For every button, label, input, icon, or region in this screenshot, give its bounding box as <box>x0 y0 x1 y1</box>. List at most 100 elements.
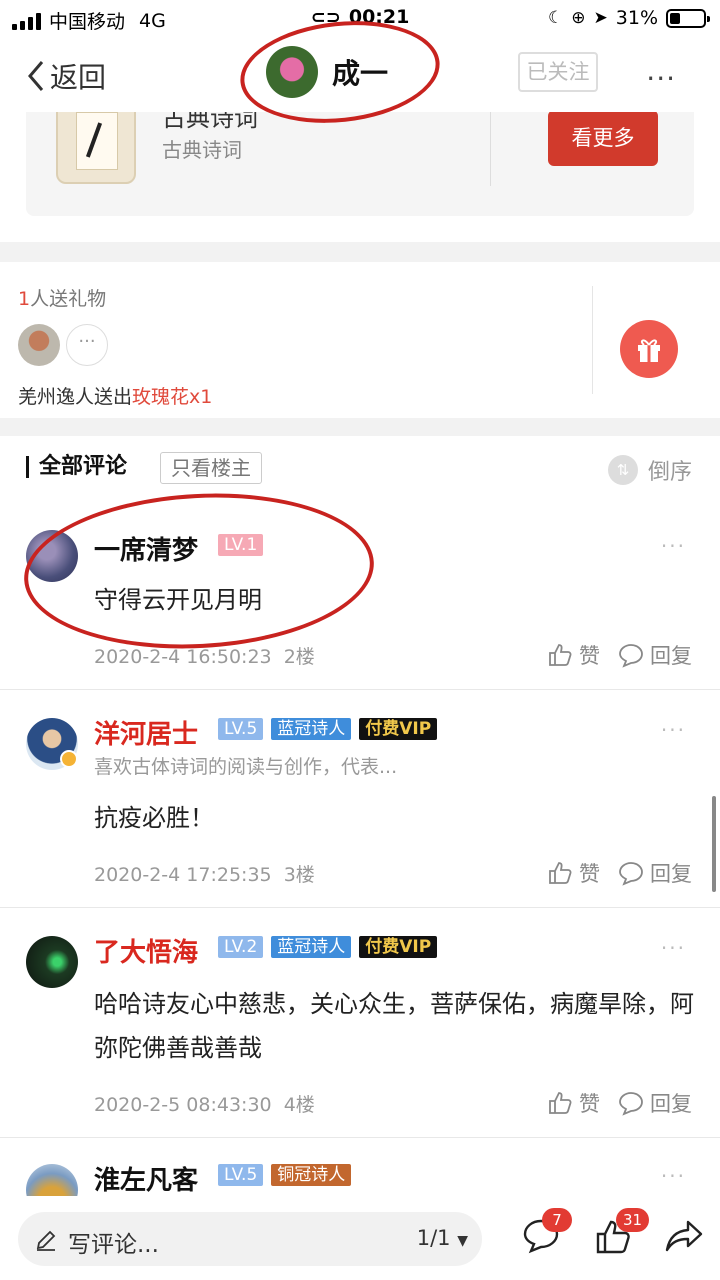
level-badge: LV.2 <box>218 936 264 958</box>
comment-bubble-icon <box>619 1092 643 1116</box>
back-label: 返回 <box>50 61 107 94</box>
gift-count-number: 1 <box>18 288 31 310</box>
verified-badge-icon <box>60 750 78 768</box>
like-label: 赞 <box>579 1092 600 1116</box>
comment-more-button[interactable]: ··· <box>661 1164 686 1188</box>
thumbs-up-icon <box>549 1092 572 1114</box>
reply-button[interactable]: 回复 <box>618 640 692 670</box>
avatar[interactable] <box>26 1164 78 1196</box>
reply-label: 回复 <box>650 644 692 668</box>
gift-name: 玫瑰花x1 <box>132 386 213 408</box>
comment-time: 2020-2-5 08:43:30 <box>94 1094 272 1116</box>
comment-count-badge: 7 <box>542 1208 572 1232</box>
comment-floor: 3楼 <box>283 864 315 886</box>
reply-label: 回复 <box>650 1092 692 1116</box>
more-options-button[interactable]: ··· <box>646 62 676 95</box>
divider <box>592 286 593 394</box>
thumbs-up-icon <box>549 644 572 666</box>
comment-author[interactable]: 淮左凡客 <box>94 1160 198 1196</box>
collection-card-section: 古典诗词 古典诗词 看更多 <box>0 112 720 242</box>
send-gift-button[interactable] <box>620 320 678 378</box>
comment-bubble-icon <box>619 644 643 668</box>
title-badge: 蓝冠诗人 <box>271 718 352 740</box>
back-button[interactable]: 返回 <box>26 56 106 96</box>
sort-label: 倒序 <box>647 460 692 485</box>
comment-more-button[interactable]: ··· <box>661 936 686 960</box>
author-bio: 喜欢古体诗词的阅读与创作，代表... <box>94 756 398 778</box>
like-label: 赞 <box>579 862 600 886</box>
comment-bubble-icon <box>619 862 643 886</box>
gift-record: 羌州逸人送出玫瑰花x1 <box>18 382 212 409</box>
reply-button[interactable]: 回复 <box>618 858 692 888</box>
collection-card[interactable]: 古典诗词 古典诗词 看更多 <box>26 112 694 216</box>
comment-author[interactable]: 洋河居士 <box>94 714 198 751</box>
gift-icon <box>638 339 660 362</box>
sort-order-button[interactable]: ⇅ 倒序 <box>607 454 692 486</box>
level-badge: LV.5 <box>218 1164 264 1186</box>
caret-down-icon: ▼ <box>457 1233 468 1249</box>
thumbs-up-icon <box>549 862 572 884</box>
comment-more-button[interactable]: ··· <box>661 718 686 742</box>
reply-button[interactable]: 回复 <box>618 1088 692 1118</box>
book-cover-icon <box>56 112 136 184</box>
vip-badge: 付费VIP <box>359 936 438 958</box>
see-more-button[interactable]: 看更多 <box>548 112 658 166</box>
share-button[interactable] <box>664 1218 704 1258</box>
comment-floor: 4楼 <box>283 1094 315 1116</box>
page-selector[interactable]: 1/1 ▼ <box>417 1226 468 1250</box>
comment-item: 了大悟海 LV.2 蓝冠诗人 付费VIP ··· 哈哈诗友心中慈悲，关心众生，菩… <box>0 908 720 1138</box>
comment-item: 淮左凡客 LV.5 铜冠诗人 ··· <box>0 1138 720 1196</box>
comment-text: 哈哈诗友心中慈悲，关心众生，菩萨保佑，病魔旱除，阿弥陀佛善哉善哉 <box>94 990 694 1062</box>
like-button[interactable]: 赞 <box>547 640 600 670</box>
comment-input-placeholder: 写评论... <box>68 1232 159 1258</box>
gift-count: 1人送礼物 <box>18 284 106 311</box>
follow-button[interactable]: 已关注 <box>518 52 598 92</box>
comment-item: 洋河居士 LV.5 蓝冠诗人 付费VIP ··· 喜欢古体诗词的阅读与创作，代表… <box>0 690 720 908</box>
sort-icon: ⇅ <box>607 455 638 485</box>
like-button[interactable]: 赞 <box>547 858 600 888</box>
comment-time: 2020-2-4 17:25:35 <box>94 864 272 886</box>
location-icon: ➤ <box>593 8 608 28</box>
like-post-button[interactable]: 31 <box>594 1208 650 1260</box>
avatar[interactable] <box>26 936 78 988</box>
collection-subtitle: 古典诗词 <box>162 138 242 162</box>
reply-label: 回复 <box>650 862 692 886</box>
comment-time: 2020-2-4 16:50:23 <box>94 646 272 668</box>
comment-meta: 2020-2-5 08:43:30 4楼 <box>94 1090 315 1117</box>
comment-input[interactable]: 写评论... 1/1 ▼ <box>18 1212 482 1266</box>
like-count-badge: 31 <box>616 1208 650 1232</box>
comments-button[interactable]: 7 <box>522 1208 572 1258</box>
collection-title: 古典诗词 <box>162 112 258 132</box>
chevron-left-icon <box>28 61 44 91</box>
level-badge: LV.5 <box>218 718 264 740</box>
owner-only-filter-button[interactable]: 只看楼主 <box>160 452 262 484</box>
gift-giver[interactable]: 羌州逸人 <box>18 386 94 408</box>
battery-percent: 31% <box>615 7 658 29</box>
comment-meta: 2020-2-4 17:25:35 3楼 <box>94 860 315 887</box>
like-button[interactable]: 赞 <box>547 1088 600 1118</box>
comment-more-button[interactable]: ··· <box>661 534 686 558</box>
more-givers-button[interactable]: ··· <box>66 324 108 366</box>
avatar[interactable] <box>18 324 60 366</box>
bottom-bar: 写评论... 1/1 ▼ 7 31 <box>0 1196 720 1280</box>
section-separator <box>0 242 720 262</box>
gift-verb: 送出 <box>94 386 133 408</box>
comments-title: 全部评论 <box>26 456 127 478</box>
moon-icon: ☾ <box>548 8 564 28</box>
comment-text: 抗疫必胜！ <box>94 804 214 832</box>
page-indicator: 1/1 <box>416 1226 451 1250</box>
orientation-lock-icon: ⊕ <box>571 8 586 28</box>
gifts-section: 1人送礼物 ··· 羌州逸人送出玫瑰花x1 <box>0 262 720 418</box>
battery-icon <box>666 8 710 28</box>
comments-header: 全部评论 只看楼主 ⇅ 倒序 <box>0 436 720 500</box>
comment-author[interactable]: 了大悟海 <box>94 932 198 969</box>
vip-badge: 付费VIP <box>359 718 438 740</box>
share-arrow-icon <box>665 1220 703 1252</box>
section-separator <box>0 418 720 436</box>
title-badge: 蓝冠诗人 <box>271 936 352 958</box>
divider <box>490 112 491 186</box>
like-label: 赞 <box>579 644 600 668</box>
scrollbar[interactable] <box>712 796 716 892</box>
pencil-icon <box>36 1230 56 1251</box>
title-badge: 铜冠诗人 <box>271 1164 352 1186</box>
